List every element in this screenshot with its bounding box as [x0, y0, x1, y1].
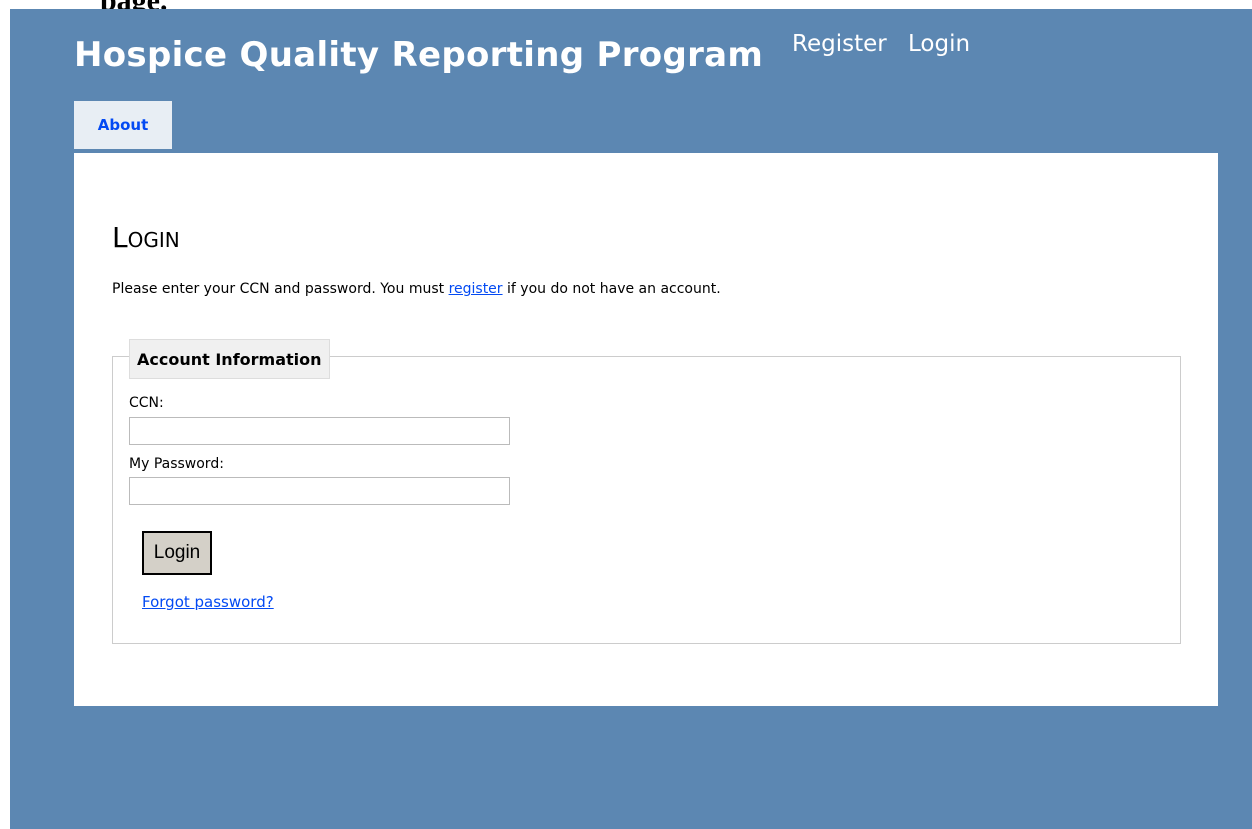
page-frame: Hospice Quality Reporting Program Regist… [10, 9, 1252, 829]
account-information-fieldset: Account Information CCN: My Password: Lo… [112, 339, 1181, 644]
forgot-password-link[interactable]: Forgot password? [142, 593, 274, 611]
tab-about[interactable]: About [74, 101, 172, 149]
fieldset-legend: Account Information [129, 339, 330, 379]
page-title: Login [112, 221, 180, 254]
account-links: Register Login [792, 31, 984, 57]
intro-text-before: Please enter your CCN and password. You … [112, 281, 449, 297]
ccn-input[interactable] [129, 417, 510, 445]
site-title: Hospice Quality Reporting Program [74, 35, 764, 75]
ccn-label: CCN: [129, 395, 164, 411]
login-link[interactable]: Login [908, 31, 970, 57]
intro-text-after: if you do not have an account. [502, 281, 721, 297]
register-link[interactable]: Register [792, 31, 887, 57]
register-inline-link[interactable]: register [449, 281, 503, 297]
login-button[interactable]: Login [142, 531, 212, 575]
password-label: My Password: [129, 456, 224, 472]
password-input[interactable] [129, 477, 510, 505]
intro-text: Please enter your CCN and password. You … [112, 281, 721, 297]
main-content: Login Please enter your CCN and password… [74, 153, 1218, 706]
